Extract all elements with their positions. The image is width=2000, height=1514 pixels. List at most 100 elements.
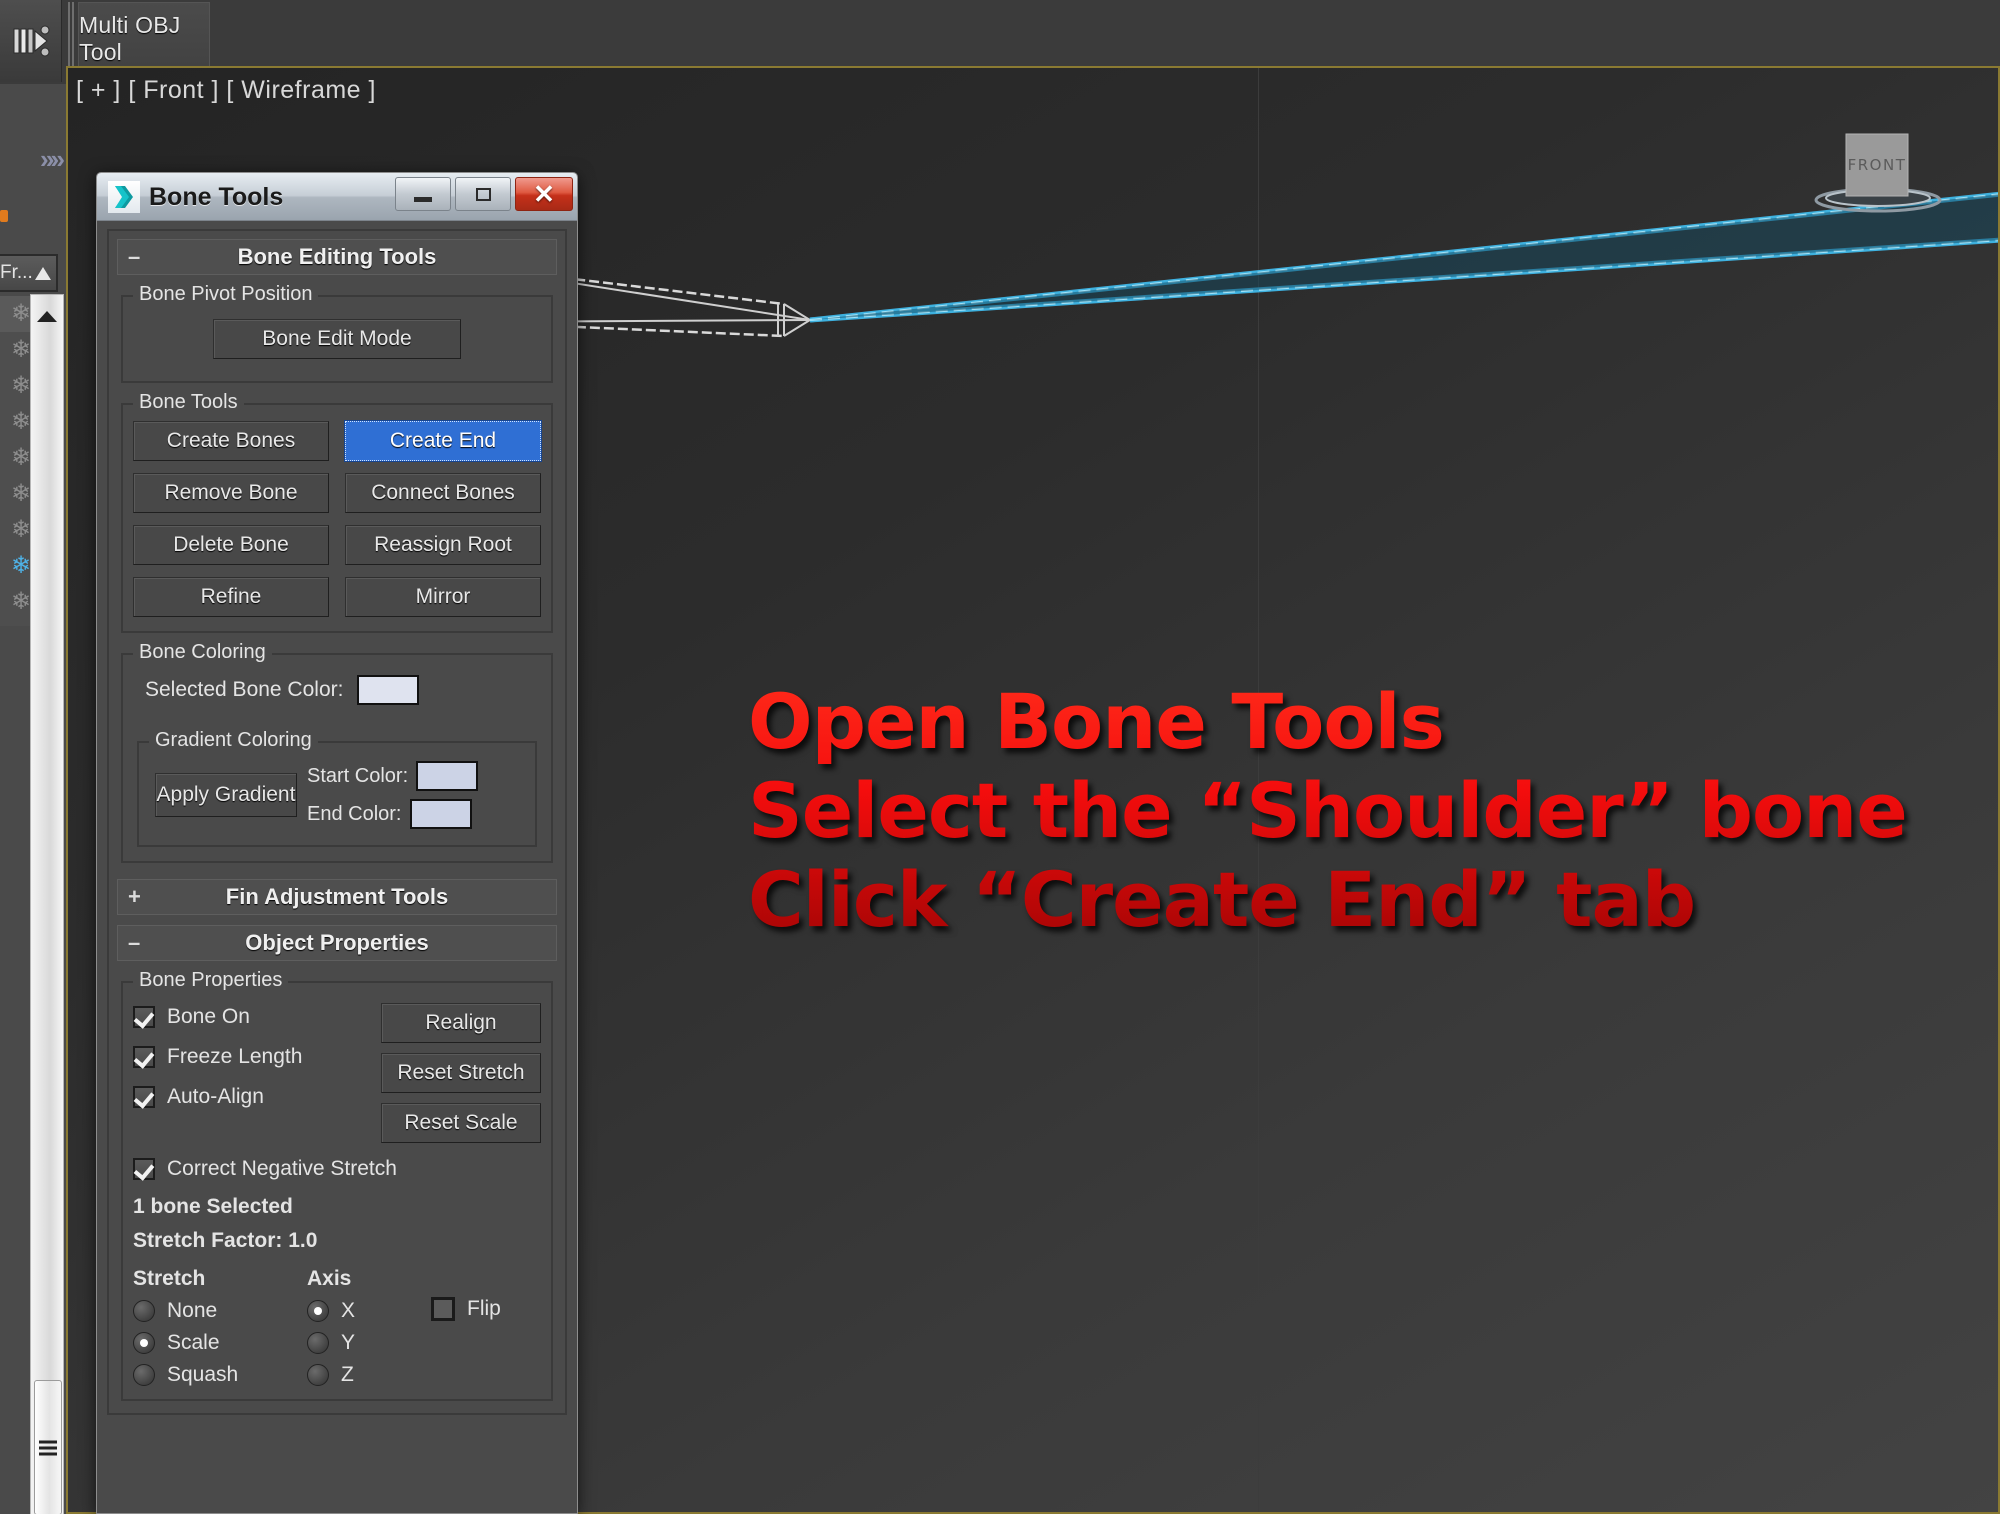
annotation-line-1: Open Bone Tools (748, 677, 1444, 766)
button-row: Refine Mirror (133, 577, 541, 617)
minimize-icon (414, 196, 432, 202)
dialog-body: – Bone Editing Tools Bone Pivot Position… (97, 221, 577, 1513)
svg-text:FRONT: FRONT (1848, 156, 1907, 174)
group-bone-tools: Bone Tools Create Bones Create End Remov… (121, 391, 553, 633)
orange-indicator (0, 210, 8, 222)
radio-axis-x[interactable]: X (307, 1299, 397, 1323)
checkbox-flip[interactable]: Flip (431, 1297, 501, 1321)
rollout-object-properties[interactable]: – Object Properties (117, 925, 557, 961)
checkbox-freeze-length-box[interactable] (133, 1046, 155, 1068)
panel-tab-freeze[interactable]: Fr... (0, 254, 58, 292)
checkbox-auto-align-box[interactable] (133, 1086, 155, 1108)
checkbox-auto-align-label: Auto-Align (167, 1085, 264, 1108)
start-color-label: Start Color: (307, 764, 409, 787)
apply-gradient-button[interactable]: Apply Gradient (155, 773, 297, 817)
minimize-button[interactable] (395, 177, 451, 211)
status-bones-selected: 1 bone Selected (133, 1195, 293, 1218)
bone-tools-app-glyph (115, 186, 133, 208)
view-cube[interactable]: FRONT (1808, 120, 1948, 230)
maximize-icon (475, 187, 491, 201)
checkbox-bone-on[interactable]: Bone On (133, 1005, 367, 1029)
group-bone-tools-legend: Bone Tools (133, 391, 244, 414)
remove-bone-button[interactable]: Remove Bone (133, 473, 329, 513)
rollout-bone-editing-tools-label: Bone Editing Tools (237, 244, 437, 269)
radio-axis-y-dot[interactable] (307, 1332, 329, 1354)
scrollbar-thumb[interactable] (34, 1380, 62, 1514)
close-icon: ✕ (533, 179, 555, 209)
tab-multi-obj-tool[interactable]: Multi OBJ Tool (78, 2, 210, 74)
checkbox-freeze-length[interactable]: Freeze Length (133, 1045, 367, 1069)
panel-tab-freeze-label: Fr... (0, 262, 33, 283)
rollout-container: – Bone Editing Tools Bone Pivot Position… (107, 229, 567, 1415)
radio-stretch-none[interactable]: None (133, 1299, 273, 1323)
close-button[interactable]: ✕ (515, 177, 573, 211)
realign-button[interactable]: Realign (381, 1003, 541, 1043)
radio-axis-y[interactable]: Y (307, 1331, 397, 1355)
checkbox-flip-label: Flip (467, 1297, 501, 1320)
checkbox-correct-negative-stretch[interactable]: Correct Negative Stretch (133, 1157, 541, 1181)
scroll-up-arrow-icon[interactable] (37, 311, 57, 322)
group-bone-properties-legend: Bone Properties (133, 969, 289, 992)
multi-obj-tool-glyph (13, 25, 49, 57)
checkbox-correct-negative-stretch-box[interactable] (133, 1158, 155, 1180)
panel-scrollbar[interactable] (30, 294, 64, 1514)
radio-axis-z-label: Z (341, 1363, 354, 1386)
connect-bones-button[interactable]: Connect Bones (345, 473, 541, 513)
radio-axis-y-label: Y (341, 1331, 356, 1354)
refine-button[interactable]: Refine (133, 577, 329, 617)
radio-axis-x-label: X (341, 1299, 356, 1322)
radio-stretch-squash[interactable]: Squash (133, 1363, 273, 1387)
rollout-toggle-icon[interactable]: – (128, 246, 140, 268)
checkbox-bone-on-box[interactable] (133, 1006, 155, 1028)
bone-tools-app-icon (108, 181, 140, 213)
radio-stretch-scale[interactable]: Scale (133, 1331, 273, 1355)
bone-tools-dialog[interactable]: Bone Tools ✕ – Bone Editing Tools Bone P… (96, 172, 578, 1514)
create-bones-button[interactable]: Create Bones (133, 421, 329, 461)
group-bone-pivot-position-legend: Bone Pivot Position (133, 283, 319, 306)
rollout-fin-adjustment-tools[interactable]: + Fin Adjustment Tools (117, 879, 557, 915)
mirror-button[interactable]: Mirror (345, 577, 541, 617)
rollout-toggle-icon[interactable]: – (128, 932, 140, 954)
reassign-root-button[interactable]: Reassign Root (345, 525, 541, 565)
radio-stretch-none-dot[interactable] (133, 1300, 155, 1322)
radio-axis-z-dot[interactable] (307, 1364, 329, 1386)
button-row: Create Bones Create End (133, 421, 541, 461)
reset-stretch-button[interactable]: Reset Stretch (381, 1053, 541, 1093)
group-bone-pivot-position: Bone Pivot Position Bone Edit Mode (121, 283, 553, 383)
checkbox-correct-negative-stretch-label: Correct Negative Stretch (167, 1157, 397, 1180)
group-bone-coloring: Bone Coloring Selected Bone Color: Gradi… (121, 641, 553, 863)
status-stretch-factor: Stretch Factor: 1.0 (133, 1229, 318, 1252)
dialog-titlebar[interactable]: Bone Tools ✕ (97, 173, 577, 221)
rollout-bone-editing-tools[interactable]: – Bone Editing Tools (117, 239, 557, 275)
left-command-panel: »» Fr... ❄ ❄ ❄ ❄ ❄ ❄ ❄ ❄ ❄ (0, 84, 66, 1514)
radio-axis-x-dot[interactable] (307, 1300, 329, 1322)
start-color-swatch[interactable] (416, 761, 479, 791)
maximize-button[interactable] (455, 177, 511, 211)
checkbox-bone-on-label: Bone On (167, 1005, 250, 1028)
bone-edit-mode-button[interactable]: Bone Edit Mode (213, 319, 461, 359)
viewport-label: [ + ] [ Front ] [ Wireframe ] (76, 76, 376, 104)
delete-bone-button[interactable]: Delete Bone (133, 525, 329, 565)
rollout-toggle-icon[interactable]: + (128, 886, 141, 908)
selected-bone-color-swatch[interactable] (357, 675, 420, 705)
annotation-line-2: Select the “Shoulder” bone (748, 765, 1907, 855)
toolbar-drag-handle[interactable] (68, 2, 76, 74)
reset-scale-button[interactable]: Reset Scale (381, 1103, 541, 1143)
tab-multi-obj-tool-label: Multi OBJ Tool (79, 11, 181, 65)
checkbox-auto-align[interactable]: Auto-Align (133, 1085, 367, 1109)
checkbox-flip-box[interactable] (431, 1297, 455, 1321)
checkbox-freeze-length-label: Freeze Length (167, 1045, 303, 1068)
radio-stretch-squash-dot[interactable] (133, 1364, 155, 1386)
radio-axis-z[interactable]: Z (307, 1363, 397, 1387)
rollout-fin-adjustment-tools-label: Fin Adjustment Tools (225, 884, 449, 909)
end-color-swatch[interactable] (409, 799, 472, 829)
radio-stretch-scale-dot[interactable] (133, 1332, 155, 1354)
annotation-text: Open Bone Tools Select the “Shoulder” bo… (748, 678, 1907, 945)
create-end-button[interactable]: Create End (345, 421, 541, 461)
expand-panel-chevron-icon[interactable]: »» (40, 144, 65, 175)
group-gradient-coloring-legend: Gradient Coloring (149, 729, 318, 752)
button-row: Delete Bone Reassign Root (133, 525, 541, 565)
group-bone-coloring-legend: Bone Coloring (133, 641, 272, 664)
annotation-line-3: Click “Create End” tab (748, 854, 1696, 944)
multi-obj-tool-icon[interactable] (0, 0, 62, 82)
